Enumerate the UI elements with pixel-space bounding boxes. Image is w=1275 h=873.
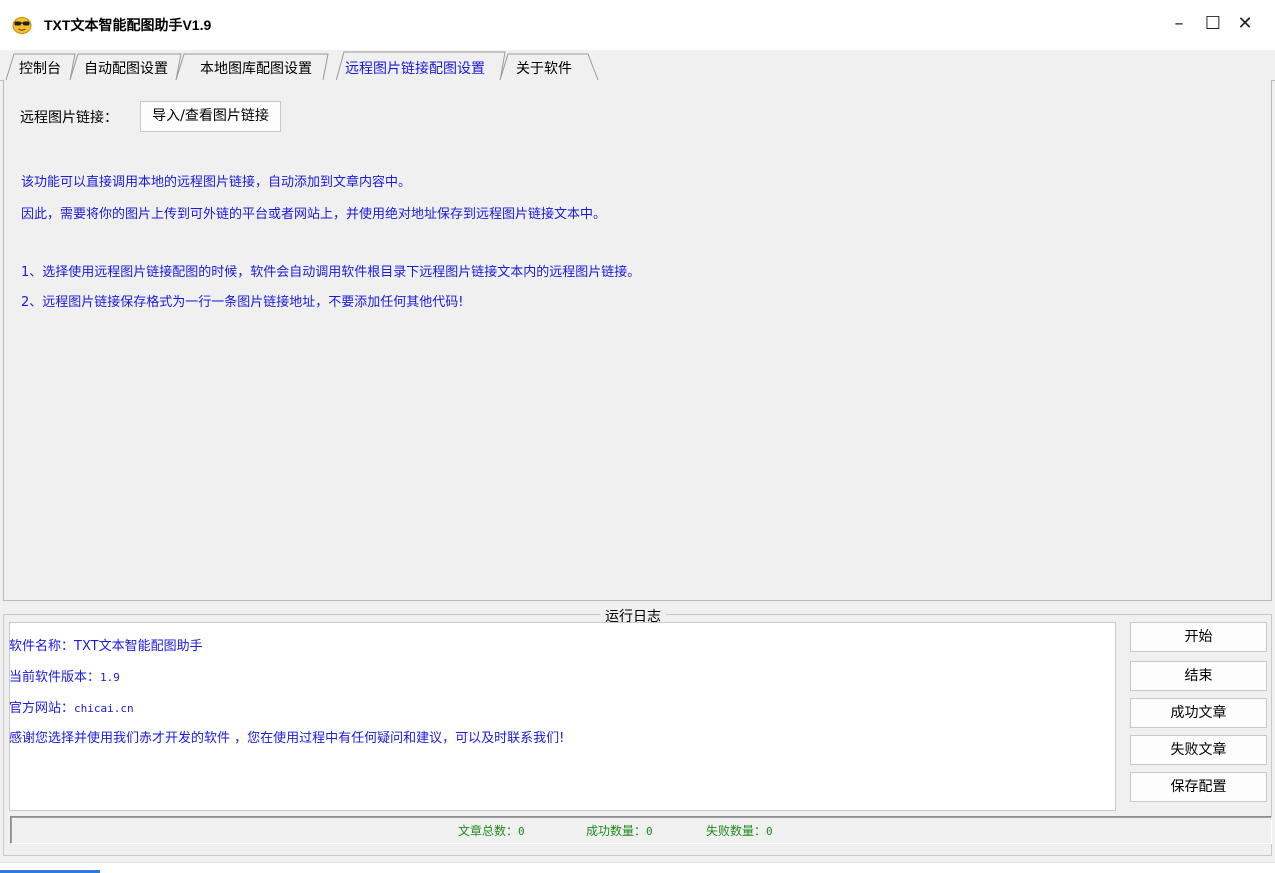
tab-console[interactable]: 控制台 xyxy=(19,58,61,78)
sunglasses-emoji-icon xyxy=(12,17,32,34)
description-line: 因此，需要将你的图片上传到可外链的平台或者网站上，并使用绝对地址保存到远程图片链… xyxy=(21,207,607,222)
total-articles-stat: 文章总数：0 xyxy=(458,824,525,838)
instruction-line: 2、远程图片链接保存格式为一行一条图片链接地址，不要添加任何其他代码! xyxy=(21,295,464,310)
title-bar: TXT文本智能配图助手V1.9 – ☐ ✕ xyxy=(0,0,1275,50)
window-title: TXT文本智能配图助手V1.9 xyxy=(44,17,212,33)
success-count-stat: 成功数量：0 xyxy=(586,824,653,838)
instruction-line: 1、选择使用远程图片链接配图的时候，软件会自动调用软件根目录下远程图片链接文本内… xyxy=(21,265,641,280)
tab-about[interactable]: 关于软件 xyxy=(516,58,572,78)
app-window: TXT文本智能配图助手V1.9 – ☐ ✕ 控制台 自动配图设置 本地图库配图设… xyxy=(0,0,1275,873)
stop-button[interactable]: 结束 xyxy=(1130,661,1267,691)
close-button[interactable]: ✕ xyxy=(1230,10,1260,38)
maximize-button[interactable]: ☐ xyxy=(1198,10,1228,38)
import-links-button[interactable]: 导入/查看图片链接 xyxy=(140,101,281,132)
minimize-button[interactable]: – xyxy=(1164,10,1194,38)
tab-outline-graphic xyxy=(0,51,1275,81)
failed-articles-button[interactable]: 失败文章 xyxy=(1130,735,1267,765)
window-bottom-edge xyxy=(0,862,1275,873)
failed-count-stat: 失败数量：0 xyxy=(706,824,773,838)
tab-remote-link-settings[interactable]: 远程图片链接配图设置 xyxy=(345,58,485,78)
save-config-button[interactable]: 保存配置 xyxy=(1130,772,1267,802)
success-articles-button[interactable]: 成功文章 xyxy=(1130,698,1267,728)
remote-settings-panel xyxy=(3,80,1272,601)
tab-auto-image-settings[interactable]: 自动配图设置 xyxy=(84,58,168,78)
tab-local-gallery-settings[interactable]: 本地图库配图设置 xyxy=(200,58,312,78)
log-line: 当前软件版本：1.9 xyxy=(9,670,120,685)
log-line: 软件名称：TXT文本智能配图助手 xyxy=(9,639,203,654)
log-line: 感谢您选择并使用我们赤才开发的软件 ，您在使用过程中有任何疑问和建议，可以及时联… xyxy=(9,731,565,746)
remote-link-label: 远程图片链接： xyxy=(20,110,118,126)
description-line: 该功能可以直接调用本地的远程图片链接，自动添加到文章内容中。 xyxy=(21,175,412,190)
tab-bar xyxy=(0,50,1275,81)
start-button[interactable]: 开始 xyxy=(1130,622,1267,652)
log-line: 官方网站：chicai.cn xyxy=(9,701,134,716)
